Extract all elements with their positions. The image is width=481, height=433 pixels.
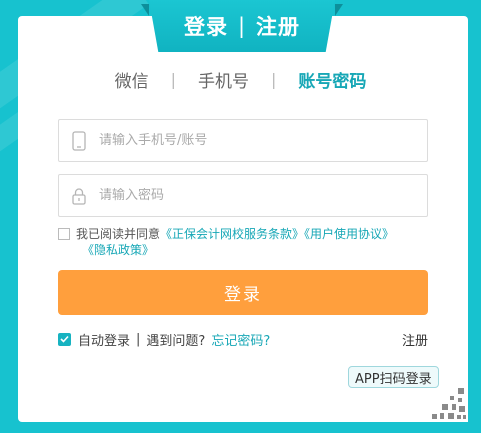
auto-login-label[interactable]: 自动登录 — [78, 330, 130, 349]
heading-separator: | — [237, 14, 247, 38]
options-separator: | — [136, 331, 141, 347]
phone-icon — [59, 120, 99, 161]
account-input[interactable] — [99, 133, 399, 148]
auto-login-checkbox[interactable] — [58, 332, 71, 346]
terms-link[interactable]: 《正保会计网校服务条款》 — [160, 227, 304, 241]
privacy-link[interactable]: 《隐私政策》 — [82, 243, 154, 257]
agreement-row: 我已阅读并同意《正保会计网校服务条款》《用户使用协议》《隐私政策》 — [58, 226, 428, 258]
tab-account-password[interactable]: 账号密码 — [276, 67, 388, 92]
tab-wechat[interactable]: 微信 — [93, 67, 171, 92]
register-link[interactable]: 注册 — [402, 330, 428, 349]
user-agreement-link[interactable]: 《用户使用协议》 — [304, 227, 394, 241]
register-heading[interactable]: 注册 — [256, 11, 300, 41]
login-method-tabs: 微信 | 手机号 | 账号密码 — [0, 66, 481, 92]
lock-icon — [59, 175, 99, 216]
password-input[interactable] — [99, 188, 399, 203]
account-field[interactable] — [58, 119, 428, 162]
qr-code-icon[interactable] — [424, 376, 468, 422]
tab-phone[interactable]: 手机号 — [176, 67, 271, 92]
login-button[interactable]: 登录 — [58, 270, 428, 315]
check-icon — [60, 335, 69, 343]
login-heading[interactable]: 登录 — [184, 11, 228, 41]
banner-fold-right — [335, 4, 343, 16]
problem-link[interactable]: 遇到问题? — [146, 330, 205, 349]
agreement-prefix: 我已阅读并同意 — [76, 227, 161, 241]
agreement-checkbox[interactable] — [58, 228, 70, 240]
login-register-banner: 登录 | 注册 — [149, 0, 335, 52]
banner-fold-left — [141, 4, 149, 16]
forgot-password-link[interactable]: 忘记密码? — [211, 330, 270, 349]
login-options-row: 自动登录 | 遇到问题? 忘记密码? 注册 — [58, 330, 428, 349]
password-field[interactable] — [58, 174, 428, 217]
